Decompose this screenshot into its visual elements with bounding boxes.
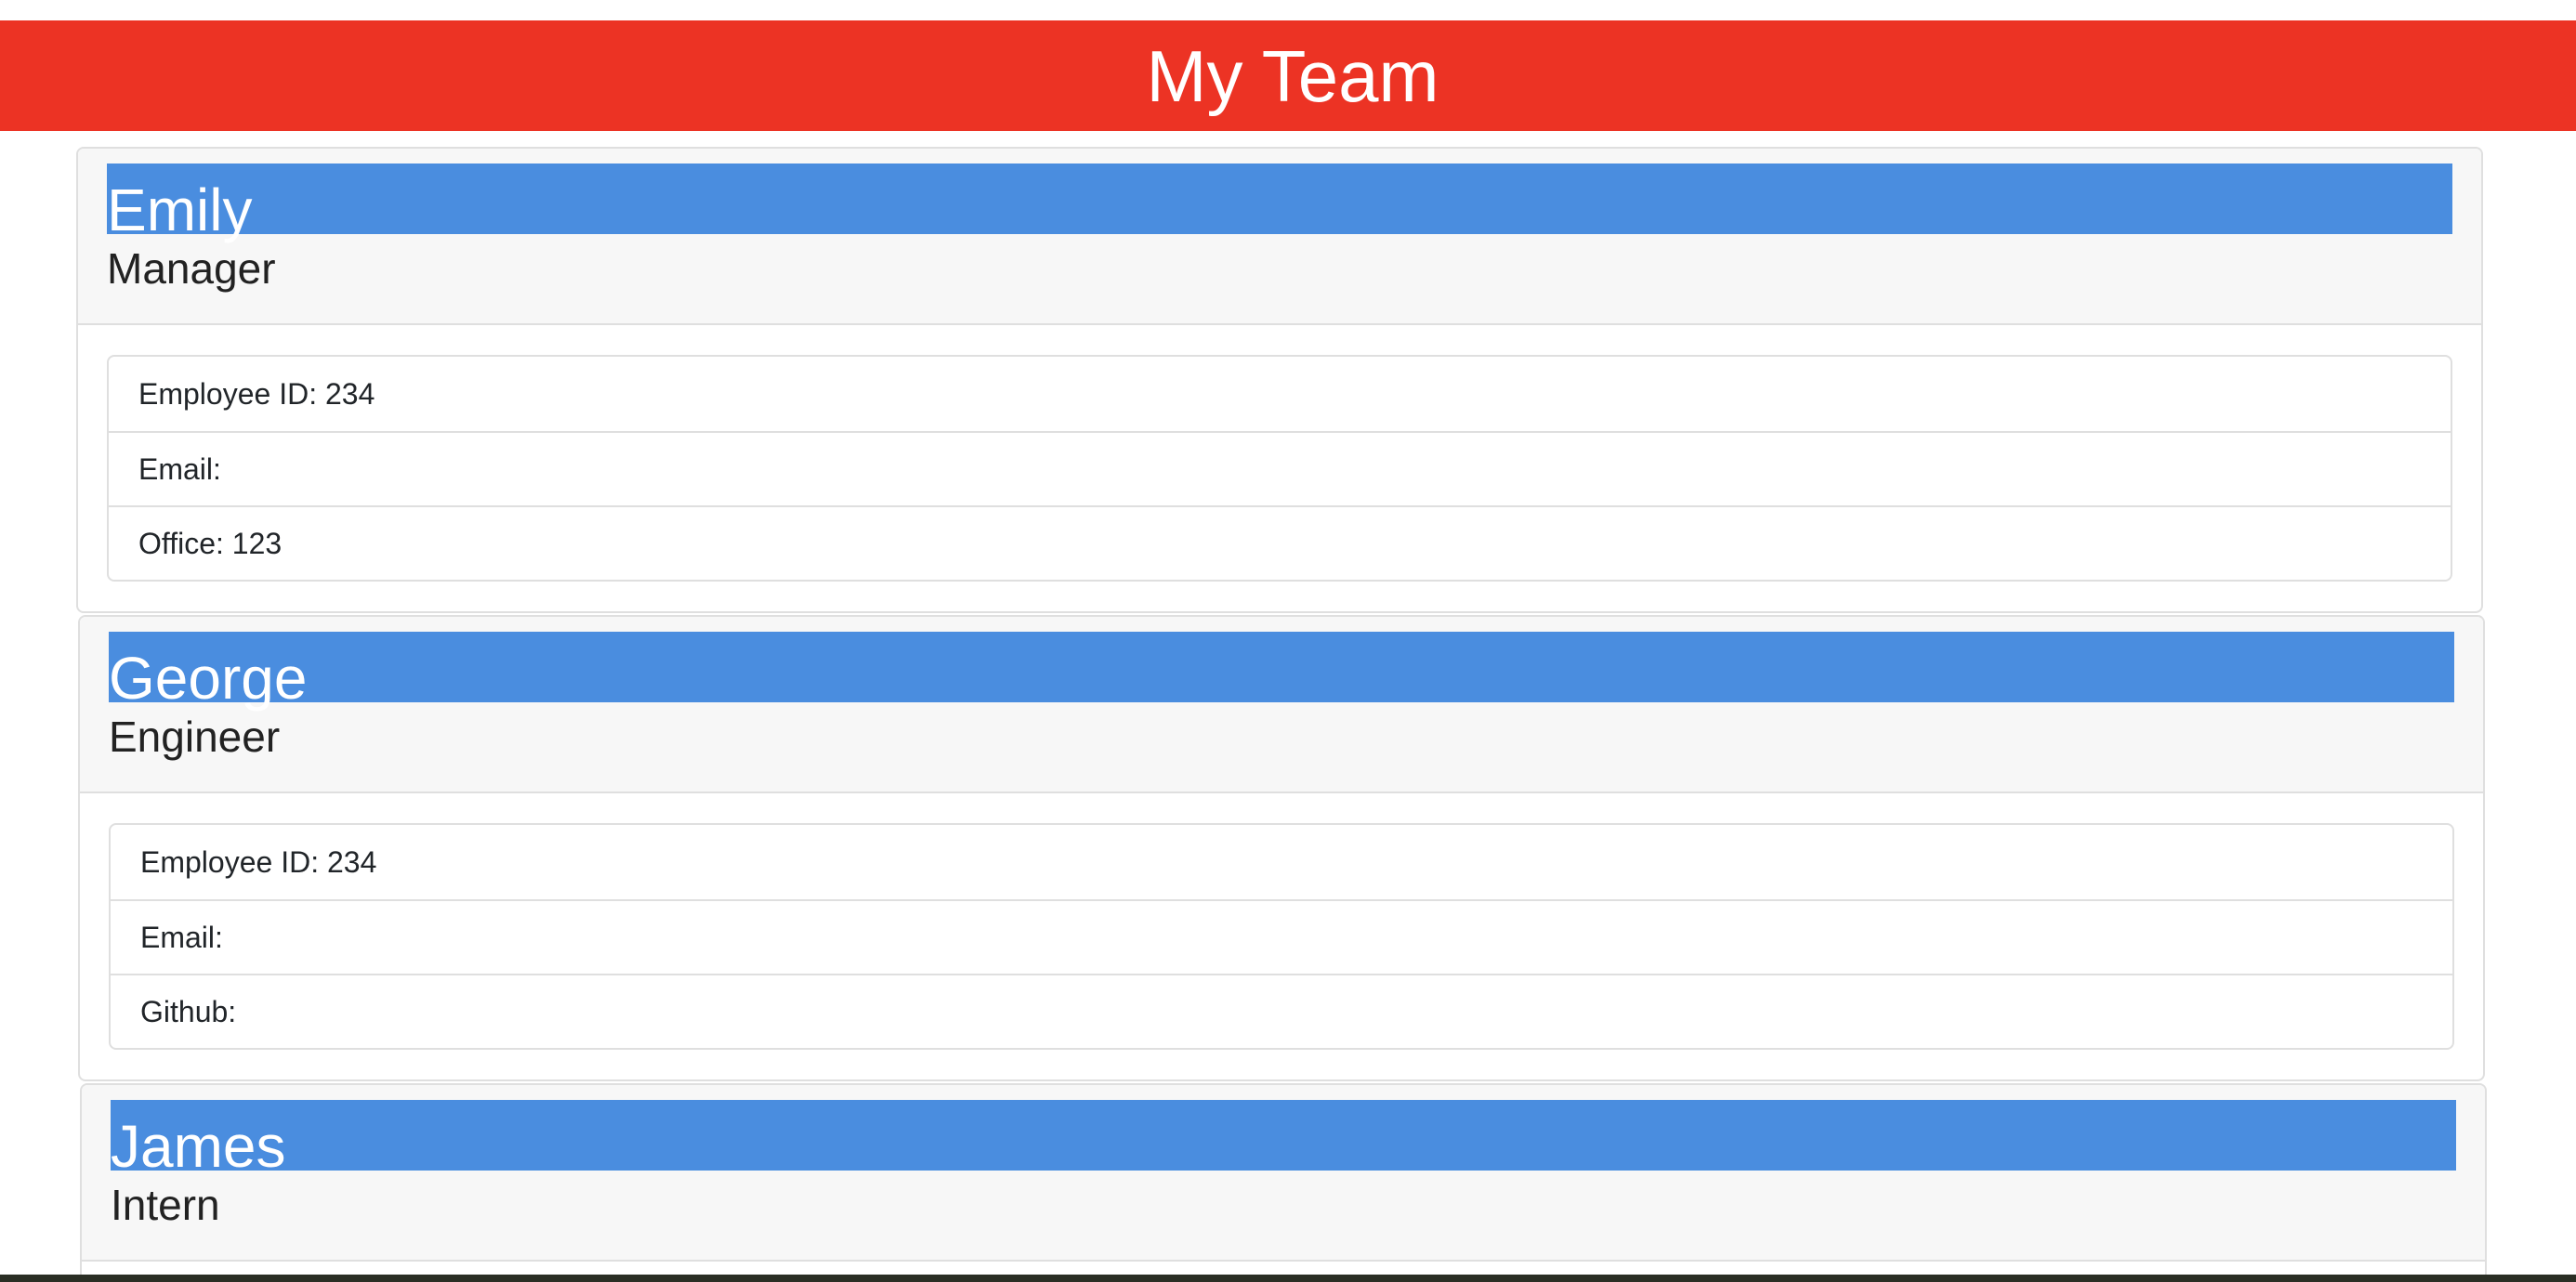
card-header: Emily Manager <box>78 149 2481 325</box>
employee-card-emily: Emily Manager Employee ID: 234 Email: Of… <box>76 147 2483 613</box>
employee-details-list: Employee ID: 234 Email: Github: <box>109 823 2454 1050</box>
employee-office-item: Office: 123 <box>109 505 2451 580</box>
card-body: Employee ID: 234 Email: Github: <box>80 793 2483 1079</box>
card-header: James Intern <box>82 1085 2485 1262</box>
top-strip <box>0 0 2576 20</box>
employee-name-bar: George <box>109 632 2454 708</box>
page-title: My Team <box>1146 34 1439 117</box>
page-header: My Team <box>0 20 2576 131</box>
employee-id-item: Employee ID: 234 <box>138 376 375 411</box>
employee-name: Emily <box>107 177 253 243</box>
employee-name: George <box>109 645 308 712</box>
employee-role: Manager <box>107 244 276 293</box>
employee-email-item: Email: <box>111 899 2452 974</box>
employee-role: Engineer <box>109 713 281 761</box>
employee-github-item: Github: <box>111 974 2452 1048</box>
employee-name: James <box>111 1113 286 1180</box>
employee-details-list: Employee ID: 234 Email: Office: 123 <box>107 355 2452 582</box>
employee-role: Intern <box>111 1181 220 1229</box>
employee-card-george: George Engineer Employee ID: 234 Email: … <box>78 615 2485 1081</box>
employee-name-bar: James <box>111 1100 2456 1176</box>
bottom-edge <box>0 1275 2576 1282</box>
page: My Team Emily Manager Employee ID: 234 E… <box>0 0 2576 1282</box>
employee-id-item: Employee ID: 234 <box>140 844 377 879</box>
employee-email-item: Email: <box>109 431 2451 505</box>
employee-card-james: James Intern <box>80 1083 2487 1282</box>
card-body: Employee ID: 234 Email: Office: 123 <box>78 325 2481 611</box>
employee-name-bar: Emily <box>107 164 2452 240</box>
card-header: George Engineer <box>80 617 2483 793</box>
